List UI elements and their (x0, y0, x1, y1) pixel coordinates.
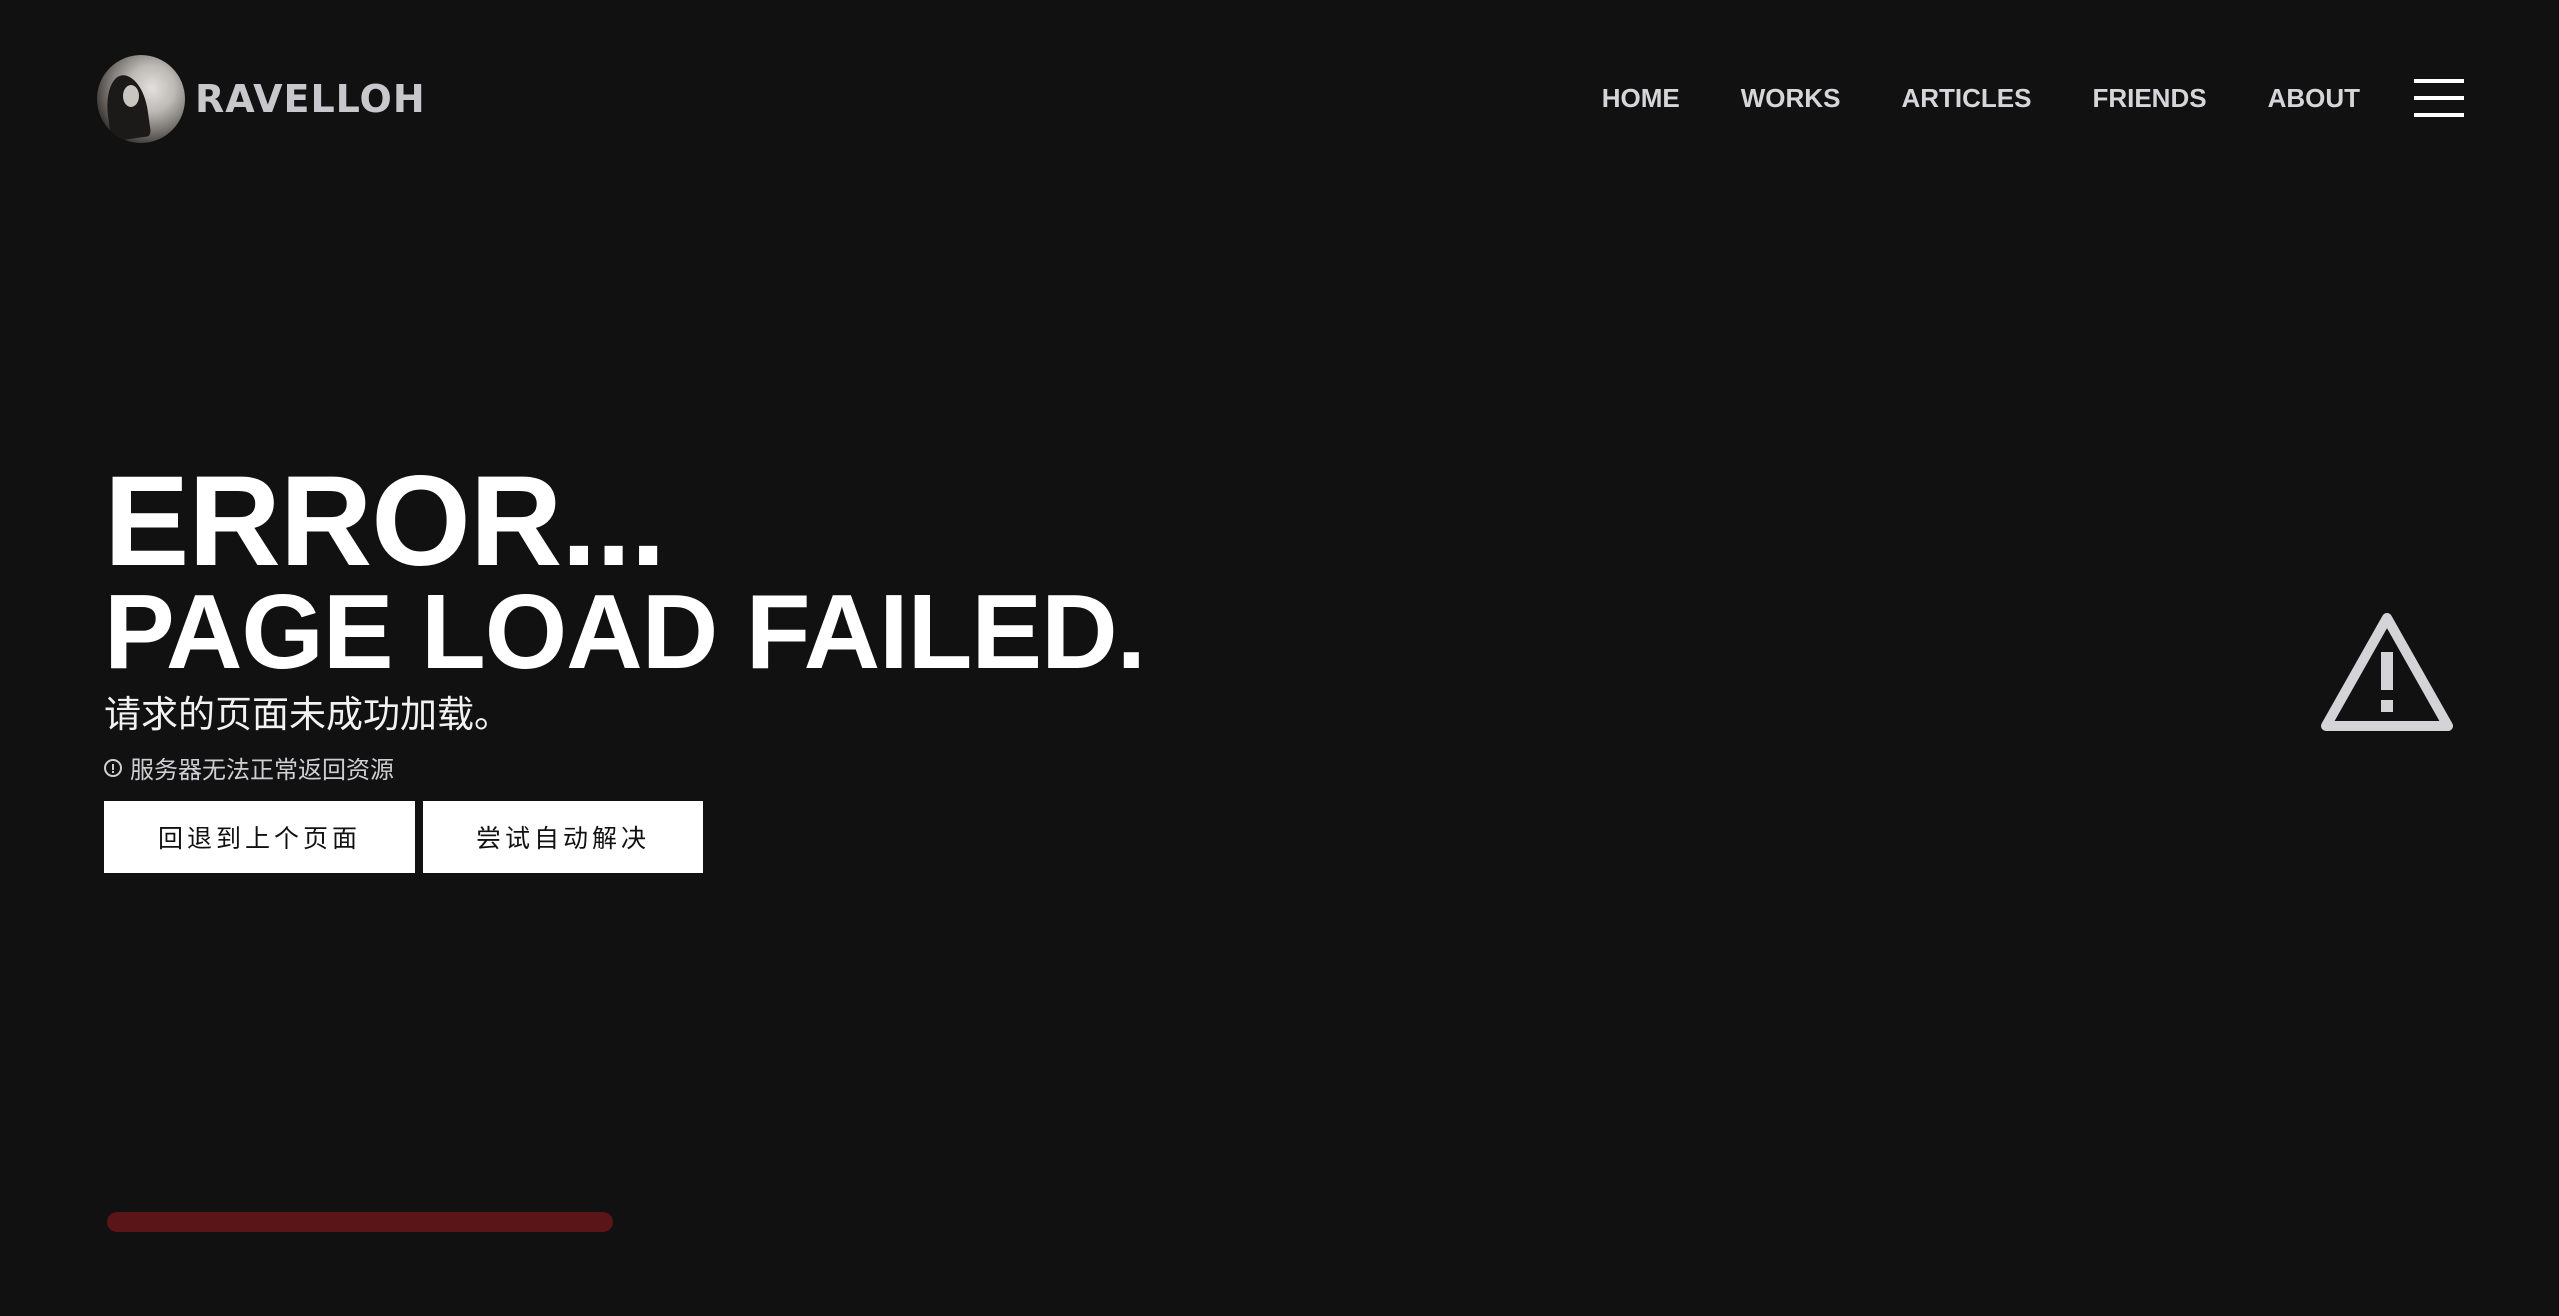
progress-fill (107, 1212, 613, 1232)
info-circle-icon (104, 758, 122, 777)
error-page: RAVELLOH HOME WORKS ARTICLES FRIENDS ABO… (0, 0, 2559, 1316)
error-subtitle: PAGE LOAD FAILED. (104, 573, 1146, 691)
error-title: ERROR... (104, 450, 666, 593)
nav-item-articles[interactable]: ARTICLES (1901, 73, 2031, 123)
go-back-button[interactable]: 回退到上个页面 (104, 801, 415, 873)
auto-fix-button[interactable]: 尝试自动解决 (423, 801, 703, 873)
nav-item-friends[interactable]: FRIENDS (2092, 73, 2206, 123)
hamburger-menu-icon[interactable] (2414, 79, 2464, 117)
brand[interactable]: RAVELLOH (97, 55, 426, 143)
warning-triangle-icon (2321, 613, 2453, 731)
main-nav: HOME WORKS ARTICLES FRIENDS ABOUT (1602, 73, 2464, 123)
nav-item-about[interactable]: ABOUT (2268, 73, 2360, 123)
error-actions: 回退到上个页面 尝试自动解决 (104, 801, 1145, 873)
nav-item-home[interactable]: HOME (1602, 73, 1680, 123)
error-note: 服务器无法正常返回资源 (104, 750, 1145, 785)
error-hero: ERROR... PAGE LOAD FAILED. 请求的页面未成功加载。 服… (104, 450, 1146, 873)
nav-item-works[interactable]: WORKS (1741, 73, 1841, 123)
error-message: 请求的页面未成功加载。 (104, 693, 511, 736)
brand-name[interactable]: RAVELLOH (195, 77, 426, 121)
avatar[interactable] (97, 55, 185, 143)
loading-progress-bar (107, 1212, 613, 1232)
error-note-text: 服务器无法正常返回资源 (130, 756, 394, 784)
